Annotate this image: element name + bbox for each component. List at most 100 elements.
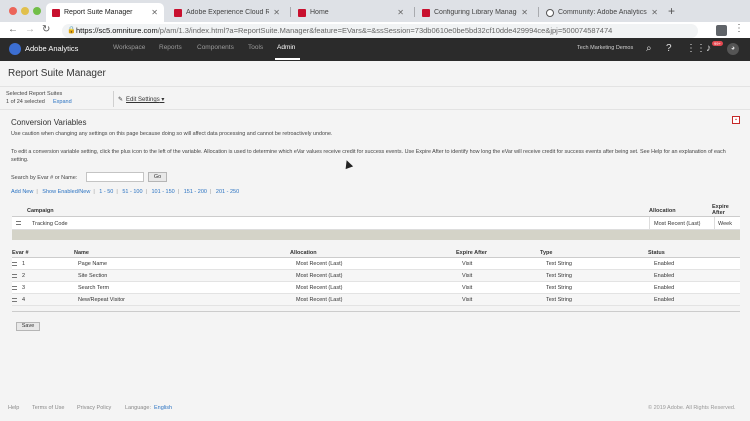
- close-tab-icon[interactable]: ✕: [521, 8, 528, 17]
- lock-icon: 🔒: [67, 27, 76, 34]
- evar-type: Text String: [546, 261, 572, 267]
- evar-status: Enabled: [654, 273, 675, 279]
- search-label: Search by Evar # or Name:: [11, 175, 78, 181]
- footer-help-link[interactable]: Help: [8, 405, 19, 411]
- selected-label: Selected Report Suites: [6, 91, 63, 97]
- close-tab-icon[interactable]: ✕: [651, 8, 658, 17]
- range-link-151-200[interactable]: 151 - 200: [184, 189, 207, 195]
- range-link-51-100[interactable]: 51 - 100: [122, 189, 142, 195]
- apps-grid-icon[interactable]: ⋮⋮: [686, 43, 706, 54]
- evar-number: 2: [22, 273, 26, 279]
- evar-name: Page Name: [78, 261, 108, 267]
- nav-admin[interactable]: Admin: [277, 44, 295, 51]
- browser-tab-configuring-library[interactable]: Configuring Library Managem ✕: [416, 3, 534, 22]
- close-tab-icon[interactable]: ✕: [273, 8, 280, 17]
- evar-expire: Visit: [462, 297, 473, 303]
- expand-row-icon[interactable]: [12, 274, 17, 278]
- campaign-expire: Week: [718, 221, 732, 227]
- forward-arrow-icon[interactable]: →: [25, 24, 35, 35]
- minimize-window-icon[interactable]: [21, 7, 29, 15]
- evar-name: Site Section: [78, 273, 108, 279]
- close-tab-icon[interactable]: ✕: [151, 8, 158, 17]
- expand-link[interactable]: Expand: [53, 99, 72, 105]
- new-tab-icon[interactable]: +: [668, 4, 675, 18]
- reload-icon[interactable]: ↻: [42, 24, 50, 35]
- add-new-link[interactable]: Add New: [11, 189, 33, 195]
- range-link-201-250[interactable]: 201 - 250: [216, 189, 239, 195]
- table-row[interactable]: 4 New/Repeat Visitor Most Recent (Last) …: [12, 294, 740, 306]
- browser-tab-report-suite-manager[interactable]: Report Suite Manager ✕: [46, 3, 164, 22]
- url-field[interactable]: 🔒 https://sc5.omniture.com/p/am/1.3/inde…: [62, 24, 698, 38]
- language-label: Language:: [125, 405, 151, 411]
- nav-tools[interactable]: Tools: [248, 44, 263, 51]
- evar-expire: Visit: [462, 273, 473, 279]
- evar-type: Text String: [546, 285, 572, 291]
- expand-row-icon[interactable]: [12, 286, 17, 290]
- campaign-header: Campaign: [27, 208, 54, 214]
- close-window-icon[interactable]: [9, 7, 17, 15]
- table-row[interactable]: Tracking Code Most Recent (Last) Week: [12, 217, 740, 230]
- browser-tab-experience-cloud[interactable]: Adobe Experience Cloud Relea ✕: [168, 3, 286, 22]
- save-button[interactable]: Save: [16, 322, 40, 331]
- search-icon[interactable]: ⌕: [646, 43, 652, 54]
- name-header: Name: [74, 250, 89, 256]
- evar-number: 3: [22, 285, 26, 291]
- type-header: Type: [540, 250, 553, 256]
- range-link-101-150[interactable]: 101 - 150: [151, 189, 174, 195]
- campaign-table: Campaign Allocation Expire After Trackin…: [12, 204, 740, 240]
- adobe-analytics-logo-icon[interactable]: [9, 43, 21, 55]
- app-name[interactable]: Adobe Analytics: [25, 44, 78, 53]
- back-arrow-icon[interactable]: ←: [8, 24, 18, 35]
- evar-table-header: Evar # Name Allocation Expire After Type…: [12, 248, 740, 258]
- nav-reports[interactable]: Reports: [159, 44, 182, 51]
- footer-terms-link[interactable]: Terms of Use: [32, 405, 64, 411]
- table-row[interactable]: 3 Search Term Most Recent (Last) Visit T…: [12, 282, 740, 294]
- browser-tab-community[interactable]: Community: Adobe Analytics ✕: [540, 3, 664, 22]
- expand-row-icon[interactable]: [16, 221, 21, 225]
- range-link-1-50[interactable]: 1 - 50: [99, 189, 113, 195]
- help-text: To edit a conversion variable setting, c…: [11, 149, 726, 163]
- campaign-detail-bar: [12, 230, 740, 240]
- print-icon[interactable]: ▪: [732, 116, 740, 124]
- notification-badge: 99+: [712, 41, 723, 46]
- nav-workspace[interactable]: Workspace: [113, 44, 145, 51]
- footer-privacy-link[interactable]: Privacy Policy: [77, 405, 111, 411]
- table-row[interactable]: 2 Site Section Most Recent (Last) Visit …: [12, 270, 740, 282]
- campaign-table-header: Campaign Allocation Expire After: [12, 204, 740, 217]
- browser-tab-home[interactable]: Home ✕: [292, 3, 410, 22]
- evar-number: 1: [22, 261, 26, 267]
- notifications-bell-icon[interactable]: ♪: [706, 43, 711, 54]
- evar-expire: Visit: [462, 285, 473, 291]
- table-row[interactable]: 1 Page Name Most Recent (Last) Visit Tex…: [12, 258, 740, 270]
- show-enabled-link[interactable]: Show Enabled/New: [42, 189, 90, 195]
- adobe-favicon-icon: [174, 8, 182, 17]
- evar-name: Search Term: [78, 285, 110, 291]
- evar-expire: Visit: [462, 261, 473, 267]
- evar-type: Text String: [546, 297, 572, 303]
- copyright: © 2019 Adobe. All Rights Reserved.: [648, 405, 736, 411]
- evar-status: Enabled: [654, 297, 675, 303]
- company-name[interactable]: Tech Marketing Demos: [577, 45, 633, 51]
- evar-allocation: Most Recent (Last): [296, 285, 343, 291]
- globe-favicon-icon: [546, 8, 554, 17]
- adobe-favicon-icon: [52, 8, 60, 17]
- page-footer: Help Terms of Use Privacy Policy Languag…: [0, 399, 750, 421]
- close-tab-icon[interactable]: ✕: [397, 8, 404, 17]
- expand-row-icon[interactable]: [12, 298, 17, 302]
- expand-row-icon[interactable]: [12, 262, 17, 266]
- evar-status: Enabled: [654, 261, 675, 267]
- edit-settings-menu[interactable]: ✎ Edit Settings ▾: [118, 96, 164, 103]
- maximize-window-icon[interactable]: [33, 7, 41, 15]
- help-icon[interactable]: ?: [666, 43, 672, 54]
- language-selector[interactable]: English: [154, 405, 172, 411]
- go-button[interactable]: Go: [148, 172, 167, 182]
- avatar[interactable]: ◕: [727, 43, 739, 55]
- allocation-header: Allocation: [649, 208, 676, 214]
- selected-report-suites-bar: Selected Report Suites 1 of 24 selected …: [0, 86, 750, 110]
- browser-menu-icon[interactable]: ⋮: [734, 23, 744, 34]
- search-input[interactable]: [86, 172, 144, 182]
- campaign-allocation: Most Recent (Last): [654, 221, 701, 227]
- table-footer: [12, 306, 740, 312]
- nav-components[interactable]: Components: [197, 44, 234, 51]
- profile-icon[interactable]: [716, 25, 727, 36]
